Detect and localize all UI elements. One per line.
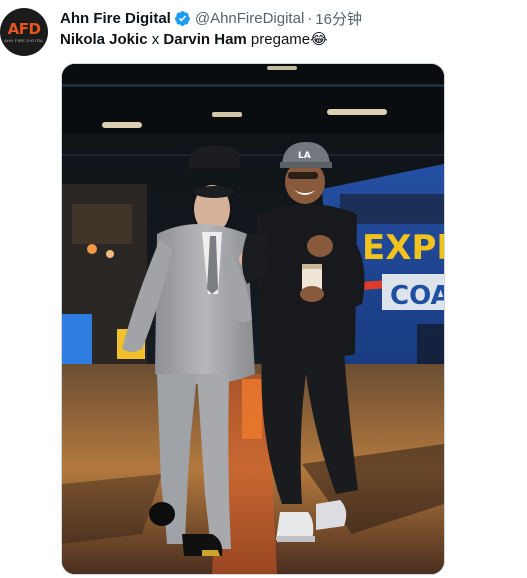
author-handle[interactable]: @AhnFireDigital <box>195 10 304 27</box>
tweet-suffix: pregame <box>246 31 311 48</box>
header-separator: · <box>307 9 313 27</box>
avatar-logo: AFD <box>7 19 41 38</box>
avatar-logo-subtext: AHN FIRE DIGITAL <box>4 37 44 43</box>
bus-text-coach: COA <box>390 281 444 311</box>
tweet-text: Nikola Jokic x Darvin Ham pregame😂 <box>60 30 328 50</box>
author-display-name[interactable]: Ahn Fire Digital <box>60 10 171 27</box>
tweet-header: Ahn Fire Digital @AhnFireDigital · 16分钟 <box>60 8 362 28</box>
tweet-timestamp[interactable]: 16分钟 <box>315 8 362 29</box>
laughing-emoji-icon: 😂 <box>310 31 328 48</box>
mention-name-2: Darvin Ham <box>163 31 247 48</box>
tweet-photo[interactable]: EXPR COA <box>61 63 445 575</box>
cap-logo-text: LA <box>298 151 311 161</box>
author-avatar[interactable]: AFD AHN FIRE DIGITAL <box>0 8 48 56</box>
mention-name-1: Nikola Jokic <box>60 31 148 48</box>
verified-badge-icon <box>174 10 190 26</box>
tweet-connector: x <box>147 31 164 48</box>
bus-text-express: EXPR <box>362 228 444 268</box>
photo-scene: EXPR COA <box>62 64 444 574</box>
tweet[interactable]: AFD AHN FIRE DIGITAL Ahn Fire Digital @A… <box>0 0 527 578</box>
